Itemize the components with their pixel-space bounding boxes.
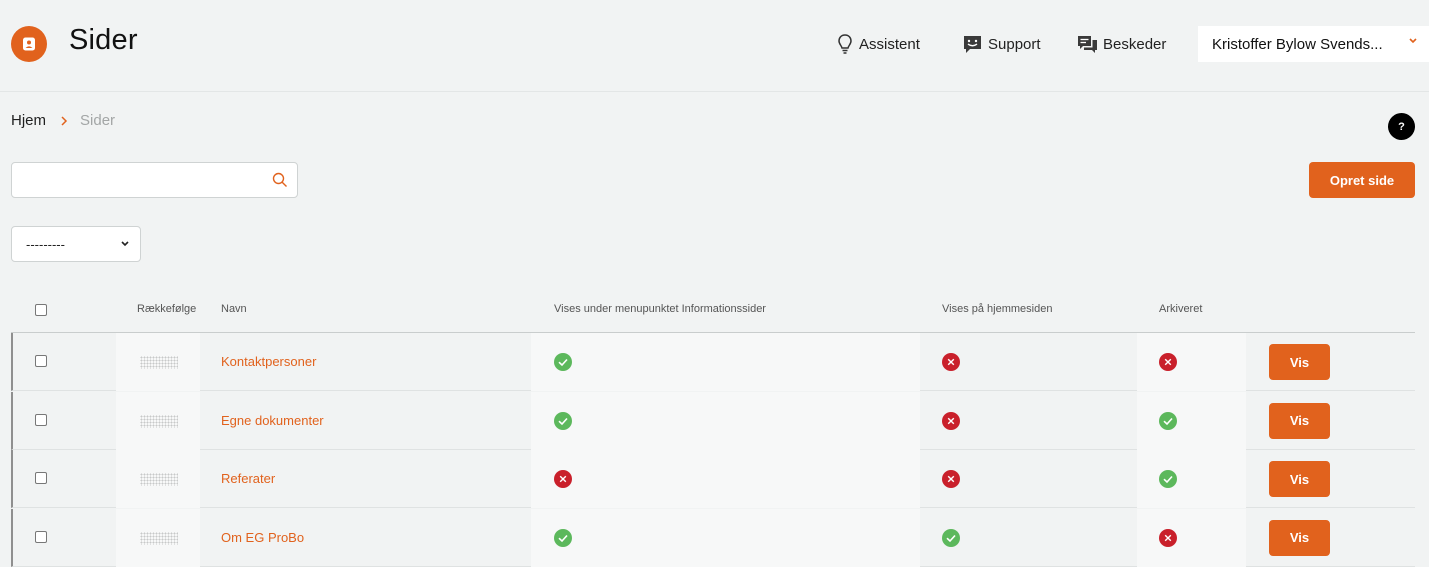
column-header-info[interactable]: Vises under menupunktet Informationsside…: [554, 303, 766, 315]
page-name-link[interactable]: Om EG ProBo: [221, 530, 304, 545]
x-circle-icon: [942, 411, 960, 430]
drag-handle-icon[interactable]: [140, 414, 178, 428]
view-button[interactable]: Vis: [1269, 344, 1330, 380]
table-header: Rækkefølge Navn Vises under menupunktet …: [11, 290, 1415, 333]
assistant-link[interactable]: Assistent: [836, 31, 920, 57]
info-cell: [531, 333, 920, 391]
column-header-name[interactable]: Navn: [221, 303, 247, 315]
breadcrumb-home[interactable]: Hjem: [11, 112, 46, 129]
info-cell: [531, 450, 920, 508]
support-label: Support: [988, 35, 1041, 53]
archived-cell: [1137, 391, 1246, 450]
x-circle-icon: [942, 353, 960, 371]
order-cell: [116, 333, 200, 391]
breadcrumb-current: Sider: [80, 112, 116, 129]
view-button[interactable]: Vis: [1269, 402, 1330, 439]
x-circle-icon: [1159, 528, 1177, 547]
check-circle-icon: [554, 528, 572, 547]
column-header-archived[interactable]: Arkiveret: [1159, 303, 1202, 315]
page-name-link[interactable]: Kontaktpersoner: [221, 354, 316, 369]
page-name-link[interactable]: Egne dokumenter: [221, 413, 324, 428]
archived-cell: [1137, 333, 1246, 391]
drag-handle-icon[interactable]: [140, 531, 178, 545]
search-box: [11, 162, 298, 198]
order-cell: [116, 450, 200, 508]
row-checkbox[interactable]: [35, 413, 47, 426]
messages-label: Beskeder: [1103, 35, 1167, 53]
table-row: Kontaktpersoner Vis: [11, 333, 1415, 391]
check-circle-icon: [554, 411, 572, 430]
view-button[interactable]: Vis: [1269, 461, 1330, 497]
check-circle-icon: [1159, 470, 1177, 488]
row-checkbox[interactable]: [35, 472, 47, 484]
check-circle-icon: [1159, 411, 1177, 430]
search-input[interactable]: [12, 163, 272, 197]
filter-select[interactable]: ---------: [11, 226, 141, 262]
page-title: Sider: [69, 24, 138, 56]
support-chat-icon: [964, 35, 981, 53]
chevron-down-icon: [121, 241, 129, 247]
select-all-checkbox[interactable]: [35, 304, 47, 316]
messages-link[interactable]: Beskeder: [1077, 31, 1166, 57]
table-row: Egne dokumenter Vis: [11, 391, 1415, 450]
archived-cell: [1137, 508, 1246, 567]
messages-icon: [1078, 35, 1097, 53]
view-button[interactable]: Vis: [1269, 519, 1330, 556]
info-cell: [531, 391, 920, 450]
breadcrumb: Hjem Sider: [11, 112, 115, 129]
column-header-order[interactable]: Rækkefølge: [137, 303, 196, 315]
search-icon[interactable]: [272, 172, 288, 188]
order-cell: [116, 508, 200, 567]
filter-selected-value: ---------: [26, 236, 65, 252]
support-link[interactable]: Support: [962, 31, 1041, 57]
x-circle-icon: [942, 470, 960, 488]
x-circle-icon: [554, 470, 572, 488]
drag-handle-icon[interactable]: [140, 473, 178, 486]
check-circle-icon: [942, 528, 960, 547]
top-header: Sider Assistent Support Beskeder Kristof…: [0, 0, 1429, 92]
drag-handle-icon[interactable]: [140, 356, 178, 369]
app-logo-icon[interactable]: [11, 26, 47, 62]
page-name-link[interactable]: Referater: [221, 471, 275, 486]
user-menu-select[interactable]: Kristoffer Bylow Svends...: [1198, 26, 1429, 62]
row-checkbox[interactable]: [35, 355, 47, 367]
x-circle-icon: [1159, 353, 1177, 371]
table-row: Referater Vis: [11, 450, 1415, 508]
create-page-button[interactable]: Opret side: [1309, 162, 1415, 198]
archived-cell: [1137, 450, 1246, 508]
row-checkbox[interactable]: [35, 530, 47, 543]
chevron-right-icon: [61, 115, 68, 126]
table-row: Om EG ProBo Vis: [11, 508, 1415, 567]
check-circle-icon: [554, 353, 572, 371]
info-cell: [531, 508, 920, 567]
column-header-homepage[interactable]: Vises på hjemmesiden: [942, 303, 1052, 315]
lightbulb-icon: [838, 34, 852, 54]
help-button[interactable]: ?: [1388, 113, 1415, 140]
order-cell: [116, 391, 200, 450]
assistant-label: Assistent: [859, 35, 920, 53]
user-name: Kristoffer Bylow Svends...: [1212, 35, 1383, 53]
chevron-down-icon: [1409, 38, 1417, 44]
